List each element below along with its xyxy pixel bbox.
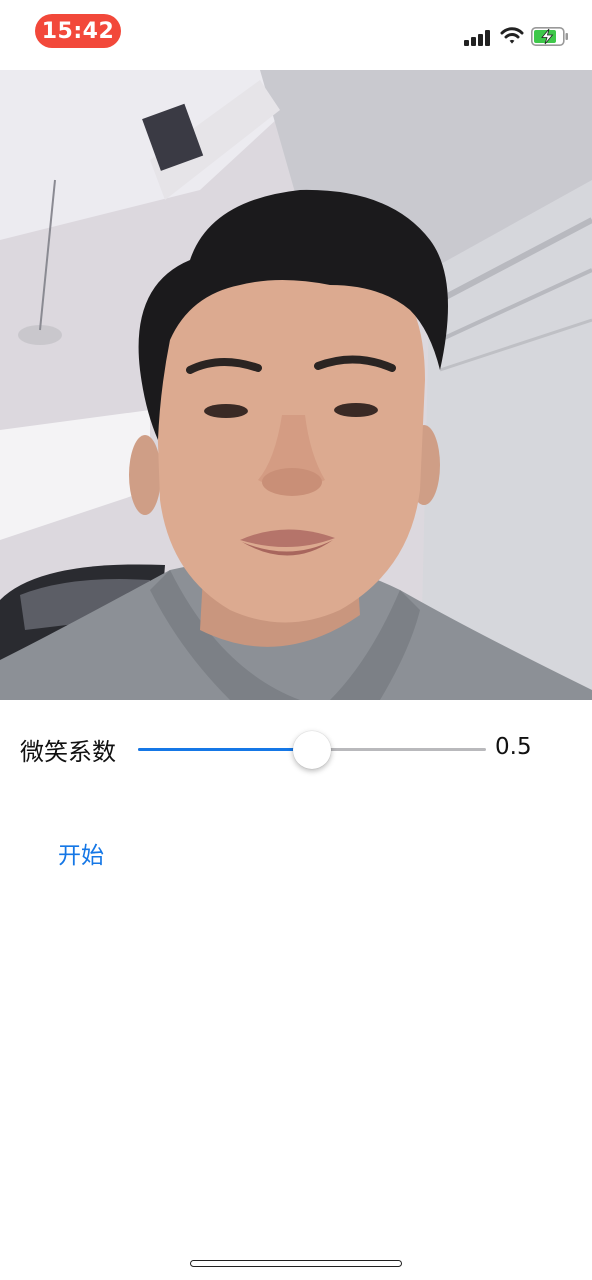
start-button[interactable]: 开始 <box>58 836 104 870</box>
slider-fill <box>138 748 312 751</box>
battery-charging-icon <box>531 27 568 46</box>
camera-preview <box>0 70 592 700</box>
slider-thumb[interactable] <box>293 731 331 769</box>
wifi-icon <box>500 27 524 44</box>
status-time[interactable]: 15:42 <box>35 14 121 48</box>
smile-coefficient-slider[interactable] <box>138 731 486 769</box>
camera-image <box>0 70 592 700</box>
smile-coefficient-label: 微笑系数 <box>20 738 116 766</box>
smile-coefficient-value: 0.5 <box>495 734 532 760</box>
status-bar: 15:42 <box>0 0 592 68</box>
smile-coefficient-row: 微笑系数 0.5 <box>0 724 592 774</box>
cellular-signal-icon <box>464 30 492 46</box>
home-indicator[interactable] <box>190 1260 402 1267</box>
